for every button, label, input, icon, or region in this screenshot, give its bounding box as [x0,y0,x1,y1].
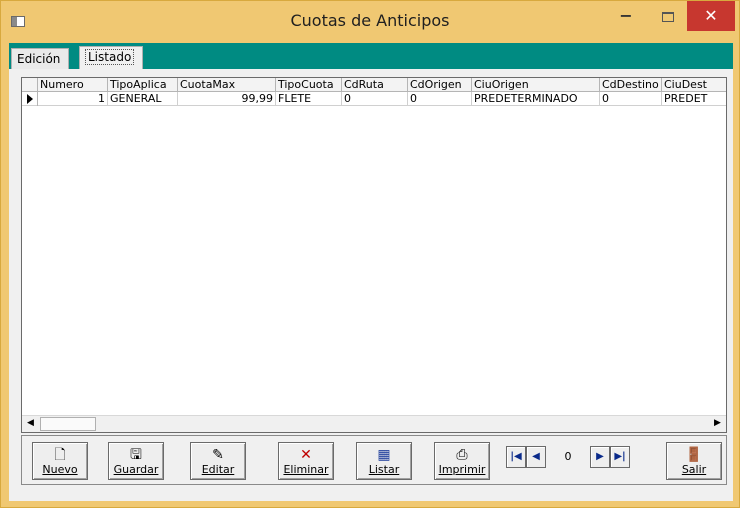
title-bar[interactable]: Cuotas de Anticipos − ✕ [1,1,739,43]
listar-button[interactable]: ▦ Listar [356,442,412,480]
next-record-button[interactable]: ▶ [590,446,610,468]
cell-cddestino[interactable]: 0 [600,92,662,106]
header-corner [22,78,38,92]
cell-cdorigen[interactable]: 0 [408,92,472,106]
cell-tipocuota[interactable]: FLETE [276,92,342,106]
new-document-icon: 🗋 [54,447,66,463]
cell-tipoaplica[interactable]: GENERAL [108,92,178,106]
edit-icon: ✎ [212,447,224,463]
tab-listado-label: Listado [85,49,135,65]
scroll-right-button[interactable]: ▶ [709,416,726,432]
cell-ciudest[interactable]: PREDET [662,92,726,106]
column-header-tipocuota[interactable]: TipoCuota [276,78,342,92]
cell-ciuorigen[interactable]: PREDETERMINADO [472,92,600,106]
scroll-thumb[interactable] [40,417,96,431]
scroll-left-button[interactable]: ◀ [22,416,39,432]
data-grid[interactable]: Numero TipoAplica CuotaMax TipoCuota CdR… [21,77,727,433]
last-record-button[interactable]: ▶| [610,446,630,468]
record-navigator: |◀ ◀ 0 ▶ ▶| [506,446,632,468]
column-header-ciuorigen[interactable]: CiuOrigen [472,78,600,92]
column-header-cdorigen[interactable]: CdOrigen [408,78,472,92]
listar-label: Listar [368,463,400,476]
cell-numero[interactable]: 1 [38,92,108,106]
record-counter: 0 [564,450,572,463]
table-row[interactable]: 1 GENERAL 99,99 FLETE 0 0 PREDETERMINADO… [22,92,726,106]
first-record-button[interactable]: |◀ [506,446,526,468]
client-area: Edición Listado Numero TipoAplica CuotaM… [9,43,733,501]
nuevo-button[interactable]: 🗋 Nuevo [32,442,88,480]
nuevo-label: Nuevo [42,463,78,476]
save-icon: 🖫 [130,447,142,463]
eliminar-button[interactable]: ✕ Eliminar [278,442,334,480]
horizontal-scrollbar[interactable]: ◀ ▶ [22,415,726,432]
printer-icon: ⎙ [456,447,468,463]
maximize-icon [662,11,674,22]
imprimir-label: Imprimir [438,463,486,476]
action-toolbar: 🗋 Nuevo 🖫 Guardar ✎ Editar ✕ Eliminar ▦ … [21,435,727,485]
eliminar-label: Eliminar [283,463,329,476]
row-indicator[interactable] [22,92,38,106]
editar-label: Editar [201,463,235,476]
column-header-numero[interactable]: Numero [38,78,108,92]
salir-label: Salir [681,463,707,476]
column-header-tipoaplica[interactable]: TipoAplica [108,78,178,92]
column-header-ciudest[interactable]: CiuDest [662,78,726,92]
tab-strip: Edición Listado [9,43,733,69]
grid-header-row: Numero TipoAplica CuotaMax TipoCuota CdR… [22,78,726,92]
delete-icon: ✕ [300,447,312,463]
column-header-cddestino[interactable]: CdDestino [600,78,662,92]
guardar-label: Guardar [113,463,159,476]
close-button[interactable]: ✕ [687,1,735,31]
cell-cuotamax[interactable]: 99,99 [178,92,276,106]
minimize-button[interactable]: − [611,1,641,31]
cell-cdruta[interactable]: 0 [342,92,408,106]
main-window: Cuotas de Anticipos − ✕ Edición Listado … [0,0,740,508]
exit-door-icon: 🚪 [685,447,703,463]
current-row-arrow-icon [27,94,33,104]
maximize-button[interactable] [653,1,683,31]
list-icon: ▦ [377,447,391,463]
guardar-button[interactable]: 🖫 Guardar [108,442,164,480]
salir-button[interactable]: 🚪 Salir [666,442,722,480]
previous-record-button[interactable]: ◀ [526,446,546,468]
editar-button[interactable]: ✎ Editar [190,442,246,480]
tab-edicion[interactable]: Edición [11,48,69,69]
column-header-cdruta[interactable]: CdRuta [342,78,408,92]
tab-listado[interactable]: Listado [79,46,143,69]
imprimir-button[interactable]: ⎙ Imprimir [434,442,490,480]
column-header-cuotamax[interactable]: CuotaMax [178,78,276,92]
